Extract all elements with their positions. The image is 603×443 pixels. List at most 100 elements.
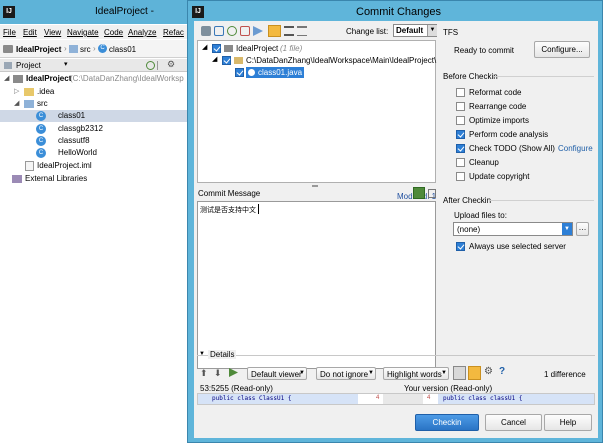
- details-toggle-icon[interactable]: ▼: [199, 351, 205, 357]
- expand-all-icon[interactable]: [284, 26, 294, 36]
- chevron-down-icon[interactable]: ◢: [4, 74, 9, 82]
- tree-item-iml[interactable]: IdealProject.iml: [0, 160, 190, 172]
- tree-item-classgb2312[interactable]: C classgb2312: [0, 123, 190, 135]
- cleanup-checkbox[interactable]: [456, 158, 465, 167]
- gear-icon[interactable]: ⚙: [167, 59, 175, 70]
- checkbox-rearrange[interactable]: Rearrange code: [456, 101, 586, 112]
- chevron-down-icon[interactable]: ▼: [562, 223, 572, 235]
- configure-button[interactable]: Configure...: [534, 41, 590, 58]
- checkbox-cleanup[interactable]: Cleanup: [456, 157, 586, 168]
- chevron-down-icon[interactable]: ◢: [202, 43, 207, 51]
- tree-path-row[interactable]: ◢ C:\DataDanZhang\IdealWorkspace\Main\Id…: [198, 55, 436, 66]
- upload-label: Upload files to:: [454, 211, 507, 220]
- splitter[interactable]: [312, 185, 318, 187]
- arrow-down-icon[interactable]: ⬇: [214, 368, 222, 379]
- commit-message-text: 测试是否支持中文: [200, 206, 256, 214]
- menu-edit[interactable]: Edit: [23, 28, 37, 37]
- tree-item-external-libraries[interactable]: External Libraries: [0, 173, 190, 185]
- breadcrumb-project[interactable]: IdealProject: [16, 45, 61, 54]
- details-label[interactable]: Details: [208, 350, 237, 359]
- folder-icon: [24, 88, 34, 96]
- ignore-select[interactable]: Do not ignore ▼: [316, 367, 376, 380]
- refresh-icon[interactable]: [227, 26, 237, 36]
- commit-history-icon[interactable]: [413, 187, 425, 199]
- viewer-select[interactable]: Default viewer ▼: [247, 367, 307, 380]
- checkin-button[interactable]: Checkin: [415, 414, 479, 431]
- checkbox-reformat[interactable]: Reformat code: [456, 87, 586, 98]
- commit-message-input[interactable]: 测试是否支持中文: [197, 201, 436, 369]
- menu-navigate[interactable]: Navigate: [67, 28, 99, 37]
- menu-file[interactable]: File: [3, 28, 16, 37]
- checkbox-optimize[interactable]: Optimize imports: [456, 115, 586, 126]
- dropdown-arrow-icon[interactable]: ▾: [64, 60, 68, 68]
- class-icon: C: [36, 148, 46, 158]
- collapse-all-icon[interactable]: [297, 26, 307, 36]
- right-line-number: 4: [427, 395, 431, 401]
- analysis-checkbox[interactable]: [456, 130, 465, 139]
- revert-icon[interactable]: [240, 26, 250, 36]
- chevron-down-icon[interactable]: ▼: [427, 25, 437, 36]
- menu-refactor[interactable]: Refac: [163, 28, 184, 37]
- upload-select[interactable]: (none) ▼: [453, 222, 573, 236]
- left-line-number: 4: [376, 395, 380, 401]
- checkbox-copyright[interactable]: Update copyright: [456, 171, 586, 182]
- src-folder-icon: [69, 45, 78, 53]
- tree-item-helloworld[interactable]: C HelloWorld: [0, 147, 190, 159]
- copyright-checkbox[interactable]: [456, 172, 465, 181]
- optimize-checkbox[interactable]: [456, 116, 465, 125]
- tree-item-idea[interactable]: ▷ .idea: [0, 86, 190, 98]
- changes-tree: ◢ IdealProject (1 file) ◢ C:\DataDanZhan…: [197, 40, 436, 183]
- tree-item-src[interactable]: ◢ src: [0, 98, 190, 110]
- tree-item-root[interactable]: ◢ IdealProject (C:\DataDanZhang\IdealWor…: [0, 73, 190, 85]
- ide-title: IdealProject -: [95, 6, 154, 17]
- menu-code[interactable]: Code: [104, 28, 123, 37]
- arrow-up-icon[interactable]: ⬆: [200, 368, 208, 379]
- move-icon[interactable]: [253, 26, 263, 36]
- tree-item-class01[interactable]: C class01: [0, 110, 190, 122]
- breadcrumb: IdealProject › src › C class01: [0, 40, 190, 58]
- menu-analyze[interactable]: Analyze: [128, 28, 156, 37]
- project-folder-icon: [3, 45, 13, 53]
- breadcrumb-src[interactable]: src: [80, 45, 91, 54]
- chevron-right-icon[interactable]: ▷: [14, 87, 19, 95]
- chevron-down-icon[interactable]: ◢: [212, 55, 217, 63]
- todo-checkbox[interactable]: [456, 144, 465, 153]
- before-checkin-divider: [494, 76, 594, 77]
- always-checkbox[interactable]: [456, 242, 465, 251]
- edit-source-icon[interactable]: [229, 368, 238, 377]
- tree-file-row[interactable]: class01.java: [198, 67, 435, 78]
- checkbox-analysis[interactable]: Perform code analysis: [456, 129, 586, 140]
- cancel-button[interactable]: Cancel: [485, 414, 542, 431]
- todo-configure-link[interactable]: Configure: [558, 144, 593, 153]
- menu-view[interactable]: View: [44, 28, 61, 37]
- tree-root-row[interactable]: ◢ IdealProject (1 file): [198, 43, 435, 54]
- diff-icon[interactable]: [214, 26, 224, 36]
- help-icon[interactable]: ?: [499, 366, 505, 377]
- collapse-icon[interactable]: [157, 61, 166, 70]
- path-checkbox[interactable]: [222, 56, 231, 65]
- group-by-icon[interactable]: [201, 26, 211, 36]
- right-code: public class classU1 {: [443, 395, 523, 402]
- commit-dialog: IJ Commit Changes Change list: Default ▼…: [187, 0, 603, 443]
- tree-item-classutf8[interactable]: C classutf8: [0, 135, 190, 147]
- project-panel-title[interactable]: Project: [16, 61, 41, 70]
- flatten-view-icon[interactable]: [268, 25, 281, 37]
- help-button[interactable]: Help: [544, 414, 592, 431]
- sync-icon[interactable]: [146, 61, 155, 70]
- browse-button[interactable]: …: [576, 222, 589, 236]
- unified-view-icon[interactable]: [468, 366, 481, 380]
- copy-icon[interactable]: [428, 189, 436, 198]
- gear-icon[interactable]: ⚙: [484, 366, 493, 377]
- chevron-down-icon[interactable]: ◢: [14, 99, 19, 107]
- root-checkbox[interactable]: [212, 44, 221, 53]
- highlight-select[interactable]: Highlight words ▼: [383, 367, 449, 380]
- changelist-select[interactable]: Default ▼: [393, 24, 437, 37]
- reformat-checkbox[interactable]: [456, 88, 465, 97]
- side-by-side-icon[interactable]: [453, 366, 466, 380]
- checkbox-todo[interactable]: Check TODO (Show All) Configure: [456, 143, 596, 154]
- rearrange-checkbox[interactable]: [456, 102, 465, 111]
- file-checkbox[interactable]: [235, 68, 244, 77]
- commit-message-label: Commit Message: [198, 189, 261, 198]
- breadcrumb-class[interactable]: class01: [109, 45, 136, 54]
- checkbox-always[interactable]: Always use selected server: [456, 241, 586, 252]
